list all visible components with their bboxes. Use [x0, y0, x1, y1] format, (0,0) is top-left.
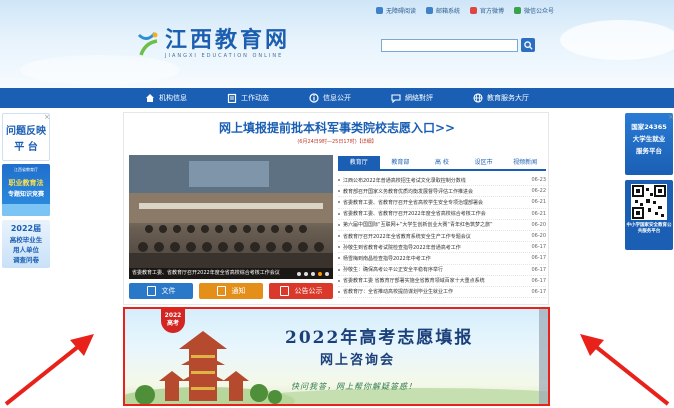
nav-item-info-disclosure[interactable]: 信息公开: [289, 88, 371, 108]
platform-line2: 大学生就业: [632, 135, 666, 143]
nav-item-work-news[interactable]: 工作动态: [207, 88, 289, 108]
news-item[interactable]: 孙敬生到省教育考试院检查指导2022年普通高考工作 06-17: [338, 242, 546, 254]
news-item[interactable]: 省委教育工委 省教育厅部署实施全省教育领域百家十大重点系统 06-17: [338, 276, 546, 287]
meeting-photo: [129, 155, 333, 279]
headline-subline[interactable]: (6月24日9时—25日17时)【详细】: [124, 138, 550, 145]
search-button[interactable]: [521, 38, 535, 52]
platform-line3: 服务平台: [636, 147, 662, 155]
main-content-panel: 网上填报提前批本科军事类院校志愿入口>> (6月24日9时—25日17时)【详细…: [123, 112, 549, 305]
news-item[interactable]: 教育部召开国家义务教育优质均衡发展督导评估工作推进会 06-22: [338, 186, 546, 198]
carousel-dot-active[interactable]: [318, 272, 322, 276]
bulletin-icon: [279, 286, 289, 296]
accessibility-link[interactable]: 无障碍阅读: [375, 6, 416, 15]
cloud-decoration: [560, 20, 674, 60]
wechat-icon: [513, 7, 521, 14]
tab-ministry[interactable]: 教育部: [380, 156, 422, 169]
vocational-law-quiz-banner[interactable]: 江西省教育厅 职业教育法 专题知识竞赛: [2, 164, 50, 216]
tab-education-dept[interactable]: 教育厅: [338, 156, 380, 169]
banner-subtitle: 网上咨询会: [320, 353, 396, 368]
news-photo-carousel[interactable]: 省委教育工委、省教育厅召开2022年度全省高校综合考核工作会议: [129, 155, 333, 279]
carousel-dots: [297, 272, 329, 276]
search-icon: [523, 40, 533, 50]
feedback-platform-banner[interactable]: 问题反映 平 台: [2, 113, 50, 161]
security-education-qr-banner[interactable]: 中小学国家安全教育公共服务平台: [625, 180, 673, 250]
news-item[interactable]: 省委教育工委、省教育厅召开全省高校学生安全专项治理部署会 06-21: [338, 197, 546, 209]
tab-cities[interactable]: 设区市: [463, 156, 505, 169]
grad-line2: 高校毕业生: [9, 236, 43, 244]
employment-platform-banner[interactable]: 国家24365 大学生就业 服务平台: [625, 113, 673, 175]
graduate-survey-banner[interactable]: 2022届 高校毕业生 用人单位 调查问卷: [2, 220, 50, 268]
news-item[interactable]: 杨雪梅到南昌检查指导2022年中考工作 06-17: [338, 253, 546, 265]
banner-slogan: 快问我答，网上帮你解疑答惑！: [291, 382, 417, 391]
mail-link[interactable]: 邮箱系统: [425, 6, 460, 15]
tab-video-news[interactable]: 视频新闻: [504, 156, 546, 169]
news-item[interactable]: 省委教育工委、省教育厅召开2022年度全省高校综合考核工作会 06-21: [338, 209, 546, 220]
close-icon[interactable]: ×: [44, 113, 50, 121]
mail-icon: [425, 7, 433, 14]
grad-line1: 2022届: [10, 224, 42, 233]
news-item[interactable]: 省教育厅：全省推动高校提前谋划毕业生就业工作 06-17: [338, 287, 546, 299]
qr-code-icon: [631, 184, 667, 220]
info-icon: [309, 93, 319, 103]
weibo-icon: [469, 7, 477, 14]
news-item[interactable]: 孙敬生：确保高考公平公正安全平稳有序举行 06-17: [338, 265, 546, 276]
bulletin-button[interactable]: 公告公示: [269, 283, 333, 299]
grad-line4: 调查问卷: [13, 256, 39, 264]
close-icon[interactable]: ×: [668, 113, 674, 121]
left-arrow-annotation: [4, 334, 94, 406]
notice-icon: [216, 286, 226, 296]
carousel-dot[interactable]: [297, 272, 301, 276]
law-banner-line2: 专题知识竞赛: [7, 191, 44, 198]
gaokao-banner-highlight: 2022 高考 2022年高考志愿填报 网上咨询会 快问我答，网上帮你解疑答惑！: [123, 307, 550, 406]
platform-line1: 国家24365: [631, 123, 667, 131]
news-item[interactable]: 省教育厅召开2022年全省教育系统安全生产工作专题会议 06-20: [338, 231, 546, 243]
feedback-title: 问题反映: [6, 126, 46, 137]
logo-subtitle: JIANGXI EDUCATION ONLINE: [165, 53, 284, 59]
logo-title: 江西教育网: [165, 27, 291, 53]
search-input[interactable]: [381, 39, 518, 52]
logo-icon: [135, 29, 161, 59]
wechat-link[interactable]: 微信公众号: [513, 6, 554, 15]
carousel-dot[interactable]: [304, 272, 308, 276]
carousel-dot[interactable]: [325, 272, 329, 276]
grad-line3: 用人单位: [13, 246, 39, 254]
nav-item-org-info[interactable]: 机构信息: [125, 88, 207, 108]
top-links: 无障碍阅读 邮箱系统 官方微博 微信公众号: [375, 6, 554, 15]
site-header: 无障碍阅读 邮箱系统 官方微博 微信公众号 江西教育网 JIANGXI EDUC…: [0, 0, 674, 88]
carousel-dot[interactable]: [311, 272, 315, 276]
chat-icon: [391, 94, 401, 103]
news-list: 江西公布2022年普通高校招生考试文化录取控制分数线 06-23 教育部召开国家义…: [338, 175, 546, 299]
right-arrow-annotation: [580, 334, 670, 406]
news-item[interactable]: 第六届中国国际“互联网+”大学生创新创业大赛“青年红色筑梦之旅” 06-20: [338, 220, 546, 231]
globe-icon: [473, 93, 483, 103]
banner-title: 2022年高考志愿填报: [285, 328, 474, 348]
main-nav: 机构信息 工作动态 信息公开 網絡對評 教育服务大厅: [0, 88, 674, 108]
news-tabs: 教育厅 教育部 高 校 设区市 视频新闻: [338, 156, 546, 171]
nav-item-service-hall[interactable]: 教育服务大厅: [453, 88, 549, 108]
home-icon: [146, 94, 154, 102]
cloud-decoration: [20, 55, 180, 85]
weibo-link[interactable]: 官方微博: [469, 6, 504, 15]
files-button[interactable]: 文件: [129, 283, 193, 299]
law-banner-line1: 职业教育法: [8, 179, 44, 187]
tab-universities[interactable]: 高 校: [421, 156, 463, 169]
nav-item-online-dialogue[interactable]: 網絡對評: [371, 88, 453, 108]
headline-link[interactable]: 网上填报提前批本科军事类院校志愿入口>>: [124, 119, 550, 136]
gaokao-consultation-banner[interactable]: 2022 高考 2022年高考志愿填报 网上咨询会 快问我答，网上帮你解疑答惑！: [125, 309, 548, 404]
feedback-subtitle: 平 台: [14, 142, 38, 153]
qr-caption: 中小学国家安全教育公共服务平台: [626, 223, 672, 234]
gaokao-badge: 2022 高考: [161, 309, 185, 333]
law-banner-caption: 江西省教育厅: [14, 167, 38, 172]
news-item[interactable]: 江西公布2022年普通高校招生考试文化录取控制分数线 06-23: [338, 175, 546, 187]
clipboard-icon: [227, 93, 237, 103]
site-logo[interactable]: 江西教育网 JIANGXI EDUCATION ONLINE: [135, 28, 290, 59]
accessibility-icon: [375, 7, 383, 14]
notices-button[interactable]: 通知: [199, 283, 263, 299]
document-icon: [146, 286, 156, 296]
